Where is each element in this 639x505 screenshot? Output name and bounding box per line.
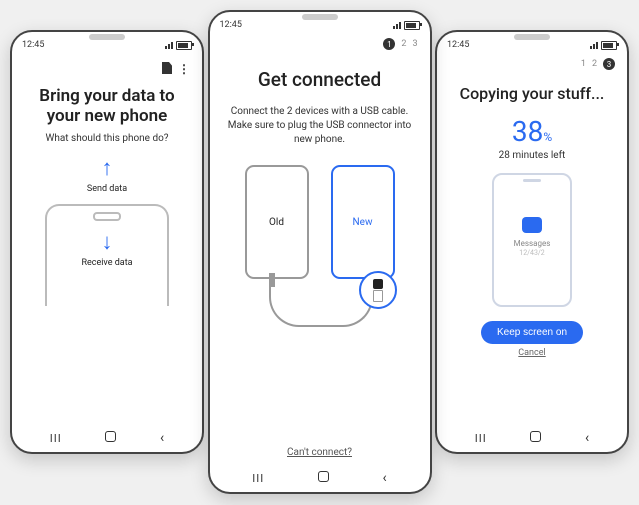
page-title: Bring your data toyour new phone <box>24 86 190 127</box>
usb-connector-icon <box>359 271 397 309</box>
status-bar: 12:45 <box>12 40 202 50</box>
sim-icon <box>162 62 172 74</box>
step-2: 2 <box>592 59 597 69</box>
page-title: Get connected <box>216 68 424 91</box>
arrow-up-icon: ↑ <box>18 158 196 180</box>
new-phone-illustration: New <box>331 165 395 279</box>
step-indicator: 1 2 3 <box>216 38 424 50</box>
battery-icon <box>404 21 420 30</box>
status-icons <box>165 41 192 50</box>
plug-left-icon <box>269 273 275 287</box>
phone-center: 12:45 1 2 3 Get connected Connect the 2 … <box>208 10 432 494</box>
cant-connect-link[interactable]: Can't connect? <box>216 447 424 458</box>
signal-icon <box>165 42 173 49</box>
progress-percent: 38% <box>443 115 621 148</box>
usb-plug-icon <box>373 290 383 302</box>
status-time: 12:45 <box>447 40 469 50</box>
status-time: 12:45 <box>22 40 44 50</box>
step-1-active: 1 <box>383 38 395 50</box>
page-subtitle: What should this phone do? <box>18 133 196 144</box>
nav-recents-button[interactable]: III <box>475 432 487 445</box>
nav-recents-button[interactable]: III <box>252 472 264 485</box>
nav-home-button[interactable] <box>105 431 116 445</box>
phone-left: 12:45 ⋮ Bring your data toyour new phone… <box>10 30 204 454</box>
status-bar: 12:45 <box>210 20 430 30</box>
messages-icon <box>522 217 542 233</box>
nav-back-button[interactable]: ‹ <box>160 430 164 446</box>
cancel-button[interactable]: Cancel <box>443 348 621 358</box>
phone-right: 12:45 1 2 3 Copying your stuff... 38% 28… <box>435 30 629 454</box>
nav-bar: III ‹ <box>210 470 430 486</box>
nav-home-button[interactable] <box>318 471 329 485</box>
send-data-button[interactable]: ↑ Send data <box>18 158 196 194</box>
keep-screen-on-button[interactable]: Keep screen on <box>481 321 583 344</box>
nav-back-button[interactable]: ‹ <box>382 470 386 486</box>
status-icons <box>590 41 617 50</box>
status-time: 12:45 <box>220 20 242 30</box>
send-data-label: Send data <box>18 184 196 194</box>
signal-icon <box>590 42 598 49</box>
arrow-down-icon: ↓ <box>47 232 167 254</box>
battery-icon <box>601 41 617 50</box>
nav-home-button[interactable] <box>530 431 541 445</box>
progress-eta: 28 minutes left <box>443 150 621 161</box>
category-label: Messages <box>494 239 570 248</box>
step-3: 3 <box>412 39 417 49</box>
step-3-active: 3 <box>603 58 615 70</box>
signal-icon <box>393 22 401 29</box>
category-count: 12/43/2 <box>494 249 570 257</box>
nav-bar: III ‹ <box>437 430 627 446</box>
nav-bar: III ‹ <box>12 430 202 446</box>
step-1: 1 <box>581 59 586 69</box>
old-phone-illustration: Old <box>245 165 309 279</box>
status-icons <box>393 21 420 30</box>
step-indicator: 1 2 3 <box>443 58 621 70</box>
receive-data-label: Receive data <box>47 258 167 268</box>
adapter-icon <box>373 279 383 289</box>
step-2: 2 <box>401 39 406 49</box>
battery-icon <box>176 41 192 50</box>
page-description: Connect the 2 devices with a USB cable. … <box>216 105 424 147</box>
nav-recents-button[interactable]: III <box>50 432 62 445</box>
connection-illustration: Old New <box>235 165 405 335</box>
receive-data-button[interactable]: ↓ Receive data <box>47 232 167 268</box>
cable-illustration <box>269 285 373 327</box>
nav-back-button[interactable]: ‹ <box>585 430 589 446</box>
page-title: Copying your stuff... <box>443 84 621 103</box>
device-illustration: Messages 12/43/2 <box>492 173 572 307</box>
more-menu-icon[interactable]: ⋮ <box>178 62 190 76</box>
phone-illustration: ↓ Receive data <box>45 204 169 306</box>
status-bar: 12:45 <box>437 40 627 50</box>
